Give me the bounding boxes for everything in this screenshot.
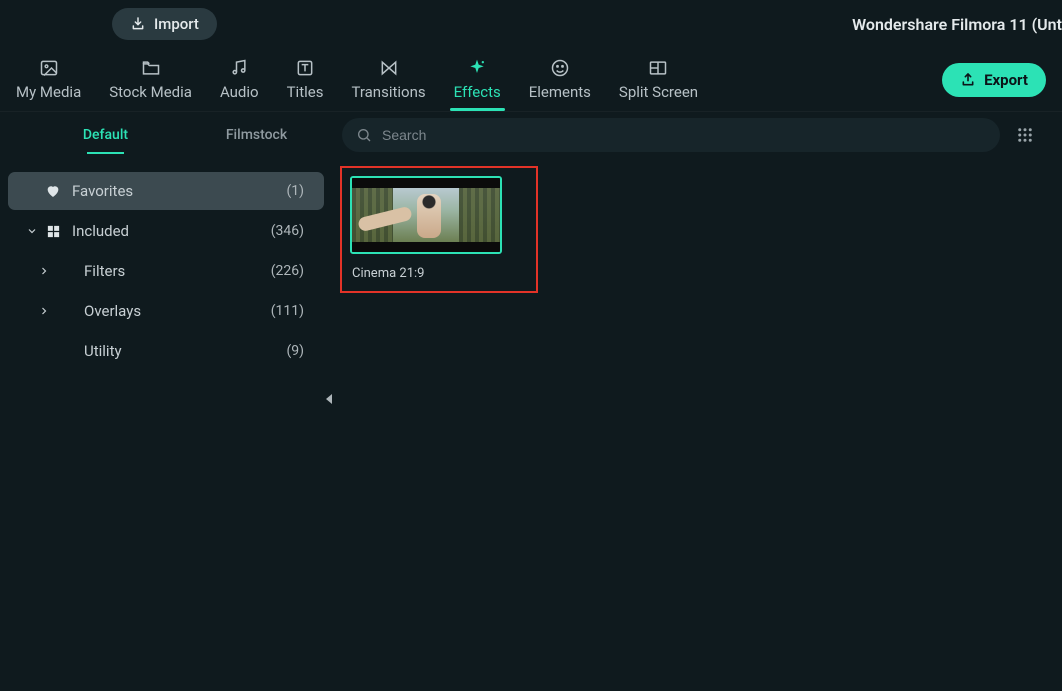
split-screen-icon bbox=[646, 57, 670, 79]
import-button[interactable]: Import bbox=[112, 8, 217, 40]
grid-view-button[interactable] bbox=[1010, 120, 1040, 150]
tab-split-screen[interactable]: Split Screen bbox=[615, 48, 702, 111]
export-icon bbox=[960, 72, 976, 88]
chevron-right-icon bbox=[34, 265, 54, 277]
search-box[interactable] bbox=[342, 118, 1000, 152]
sidebar-item-label: Included bbox=[72, 222, 271, 240]
sidebar-item-count: (1) bbox=[286, 183, 304, 199]
sidebar-item-overlays[interactable]: Overlays (111) bbox=[8, 292, 324, 330]
transitions-icon bbox=[377, 57, 401, 79]
triangle-left-icon bbox=[324, 393, 334, 405]
tab-transitions[interactable]: Transitions bbox=[347, 48, 429, 111]
nav-tab-label: Titles bbox=[287, 83, 324, 101]
search-icon bbox=[356, 127, 372, 143]
titles-icon bbox=[293, 57, 317, 79]
sidebar-item-count: (346) bbox=[271, 223, 304, 239]
folder-icon bbox=[139, 57, 163, 79]
effect-thumbnail[interactable] bbox=[350, 176, 502, 254]
grid-icon bbox=[1016, 126, 1034, 144]
sidebar-item-included[interactable]: Included (346) bbox=[8, 212, 324, 250]
grid-icon bbox=[42, 224, 64, 239]
nav-tabs: My Media Stock Media Audio Titles Transi bbox=[12, 48, 942, 111]
search-input[interactable] bbox=[382, 127, 986, 143]
tab-effects[interactable]: Effects bbox=[450, 48, 505, 111]
search-area bbox=[332, 112, 1048, 158]
nav-tab-label: Effects bbox=[454, 83, 501, 101]
sidebar-item-label: Utility bbox=[84, 342, 286, 360]
sidebar-item-label: Overlays bbox=[84, 302, 271, 320]
nav-tab-label: Stock Media bbox=[109, 83, 192, 101]
tab-audio[interactable]: Audio bbox=[216, 48, 263, 111]
titlebar: Import Wondershare Filmora 11 (Unt bbox=[0, 0, 1062, 48]
sidebar-item-count: (111) bbox=[271, 303, 304, 319]
effect-label: Cinema 21:9 bbox=[350, 266, 528, 281]
app-title: Wondershare Filmora 11 (Unt bbox=[852, 0, 1062, 48]
library-tab-label: Filmstock bbox=[226, 127, 287, 143]
nav-tab-label: Transitions bbox=[351, 83, 425, 101]
sidebar-item-label: Favorites bbox=[72, 182, 286, 200]
top-nav: My Media Stock Media Audio Titles Transi bbox=[0, 48, 1062, 112]
sidebar-item-count: (9) bbox=[286, 343, 304, 359]
tab-titles[interactable]: Titles bbox=[283, 48, 328, 111]
sidebar-item-utility[interactable]: Utility (9) bbox=[8, 332, 324, 370]
effect-card-highlight: Cinema 21:9 bbox=[340, 166, 538, 293]
heart-icon bbox=[42, 183, 64, 199]
sparkle-icon bbox=[465, 57, 489, 79]
export-button[interactable]: Export bbox=[942, 63, 1046, 97]
chevron-down-icon bbox=[22, 225, 42, 237]
sidebar-item-filters[interactable]: Filters (226) bbox=[8, 252, 324, 290]
nav-tab-label: Split Screen bbox=[619, 83, 698, 101]
tab-my-media[interactable]: My Media bbox=[12, 48, 85, 111]
sidebar: Favorites (1) Included (346) Filters (22… bbox=[0, 158, 332, 691]
nav-tab-label: Audio bbox=[220, 83, 259, 101]
export-label: Export bbox=[984, 71, 1028, 89]
library-toolbar: Default Filmstock bbox=[0, 112, 1062, 158]
nav-tab-label: My Media bbox=[16, 83, 81, 101]
library-tab-filmstock[interactable]: Filmstock bbox=[181, 112, 332, 158]
sidebar-item-favorites[interactable]: Favorites (1) bbox=[8, 172, 324, 210]
effects-grid: Cinema 21:9 bbox=[332, 158, 1062, 691]
tab-stock-media[interactable]: Stock Media bbox=[105, 48, 196, 111]
library-tab-default[interactable]: Default bbox=[30, 112, 181, 158]
tab-elements[interactable]: Elements bbox=[525, 48, 595, 111]
sidebar-collapse-button[interactable] bbox=[324, 393, 334, 405]
sidebar-item-count: (226) bbox=[271, 263, 304, 279]
image-icon bbox=[37, 57, 61, 79]
smiley-icon bbox=[548, 57, 572, 79]
library-tab-label: Default bbox=[83, 127, 128, 143]
chevron-right-icon bbox=[34, 305, 54, 317]
content-area: Favorites (1) Included (346) Filters (22… bbox=[0, 158, 1062, 691]
library-tabs: Default Filmstock bbox=[0, 112, 332, 158]
import-icon bbox=[130, 16, 146, 32]
sidebar-item-label: Filters bbox=[84, 262, 271, 280]
nav-tab-label: Elements bbox=[529, 83, 591, 101]
music-icon bbox=[227, 57, 251, 79]
import-label: Import bbox=[154, 15, 199, 33]
